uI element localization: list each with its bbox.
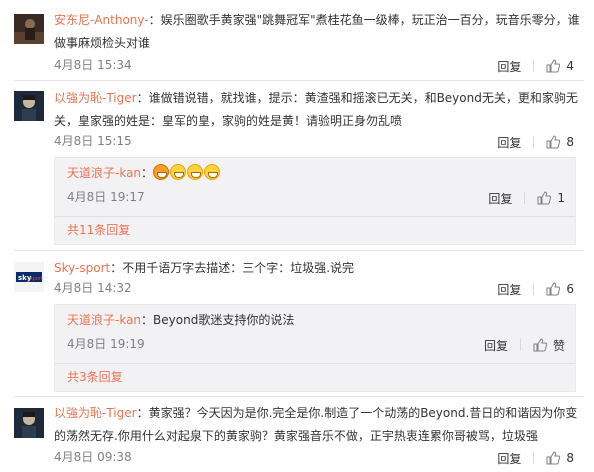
reply-actions: 回复 1: [488, 188, 565, 208]
comment-body: 安东尼-Anthony-：娱乐圈歌手黄家强"跳舞冠军"煮桂花鱼一级棒，玩正治一百…: [54, 9, 584, 55]
thumbs-up-icon: [546, 282, 561, 296]
action-separator: [533, 136, 535, 148]
comment-text: ：不用千语万字去描述：三个字：垃圾强.说完: [110, 261, 355, 275]
comment-username[interactable]: 以強为恥-Tiger: [54, 406, 137, 420]
like-label: 赞: [552, 338, 565, 353]
like-button[interactable]: 8: [546, 451, 574, 465]
comment-body: 以強为恥-Tiger：谁做错说错，就找谁，提示：黄渣强和摇滚已无关，和Beyon…: [54, 87, 584, 133]
svg-text:sport: sport: [30, 276, 43, 282]
like-count: 4: [566, 59, 574, 73]
reply-list: 天道浪子-kan： 4月8日 19:17 回复 1 共11条回复: [54, 157, 576, 245]
comment-actions: 回复 4: [497, 56, 574, 76]
reply-actions: 回复 赞: [484, 335, 565, 355]
reply-username[interactable]: 天道浪子-kan: [67, 313, 141, 327]
like-count: 6: [566, 282, 574, 296]
reply-time: 4月8日 19:17: [67, 190, 145, 204]
thumbs-up-icon: [546, 59, 561, 73]
comment-meta: 4月8日 15:34 回复 4: [54, 56, 574, 76]
reply-username[interactable]: 天道浪子-kan: [67, 166, 141, 180]
thumbs-up-icon: [537, 191, 552, 205]
like-button[interactable]: 4: [546, 59, 574, 73]
comment-username[interactable]: 以強为恥-Tiger: [54, 91, 137, 105]
grin-emoji-icon: [204, 164, 221, 180]
comment-divider: [14, 396, 584, 397]
reply-divider: [55, 363, 575, 364]
comment-actions: 回复 8: [497, 448, 574, 468]
grin-emoji-icon: [170, 164, 187, 180]
reply-list: 天道浪子-kan：Beyond歌迷支持你的说法 4月8日 19:19 回复 赞 …: [54, 304, 576, 392]
reply-button[interactable]: 回复: [484, 337, 508, 354]
comment-meta: 4月8日 14:32 回复 6: [54, 279, 574, 299]
action-separator: [524, 192, 526, 204]
avatar[interactable]: [14, 91, 44, 121]
action-separator: [519, 339, 521, 351]
like-count: 1: [557, 191, 565, 205]
comment-time: 4月8日 14:32: [54, 281, 132, 295]
comment-body: 以強为恥-Tiger：黄家强？今天因为是你.完全是你.制造了一个动荡的Beyon…: [54, 402, 584, 448]
laugh-emoji-icon: [153, 164, 170, 180]
thumbs-up-icon: [546, 135, 561, 149]
more-replies-link[interactable]: 共11条回复: [67, 221, 130, 238]
comment-actions: 回复 6: [497, 279, 574, 299]
comment-meta: 4月8日 09:38 回复 8: [54, 448, 574, 468]
emoji-group: [153, 164, 221, 180]
reply-button[interactable]: 回复: [488, 190, 512, 207]
comment-username[interactable]: 安东尼-Anthony-: [54, 13, 149, 27]
comment-actions: 回复 8: [497, 132, 574, 152]
avatar[interactable]: sky sport: [14, 262, 44, 292]
like-count: 8: [566, 135, 574, 149]
comment-meta: 4月8日 15:15 回复 8: [54, 132, 574, 152]
like-count: 8: [566, 451, 574, 465]
more-replies-link[interactable]: 共3条回复: [67, 368, 123, 385]
reply-button[interactable]: 回复: [497, 58, 521, 75]
like-button[interactable]: 1: [537, 191, 565, 205]
comment-time: 4月8日 15:15: [54, 134, 132, 148]
comment-body: Sky-sport：不用千语万字去描述：三个字：垃圾强.说完: [54, 257, 584, 280]
comment-divider: [14, 250, 584, 251]
action-separator: [533, 60, 535, 72]
reply-text: ：: [141, 166, 154, 180]
comment-time: 4月8日 15:34: [54, 58, 132, 72]
reply-text: ：Beyond歌迷支持你的说法: [141, 313, 295, 327]
reply-item: 天道浪子-kan：: [67, 162, 567, 185]
reply-item: 天道浪子-kan：Beyond歌迷支持你的说法: [67, 309, 567, 332]
reply-time: 4月8日 19:19: [67, 337, 145, 351]
action-separator: [533, 452, 535, 464]
action-separator: [533, 283, 535, 295]
reply-meta: 4月8日 19:19 回复 赞: [67, 335, 565, 355]
comment-username[interactable]: Sky-sport: [54, 261, 110, 275]
reply-button[interactable]: 回复: [497, 134, 521, 151]
reply-divider: [55, 216, 575, 217]
avatar[interactable]: [14, 408, 44, 438]
comment-divider: [14, 80, 584, 81]
like-button[interactable]: 8: [546, 135, 574, 149]
comment-time: 4月8日 09:38: [54, 450, 132, 464]
thumbs-up-icon: [533, 338, 547, 352]
reply-button[interactable]: 回复: [497, 281, 521, 298]
reply-meta: 4月8日 19:17 回复 1: [67, 188, 565, 208]
like-button[interactable]: 6: [546, 282, 574, 296]
thumbs-up-icon: [546, 451, 561, 465]
reply-button[interactable]: 回复: [497, 450, 521, 467]
grin-emoji-icon: [187, 164, 204, 180]
avatar[interactable]: [14, 14, 44, 44]
like-button[interactable]: 赞: [533, 337, 565, 354]
